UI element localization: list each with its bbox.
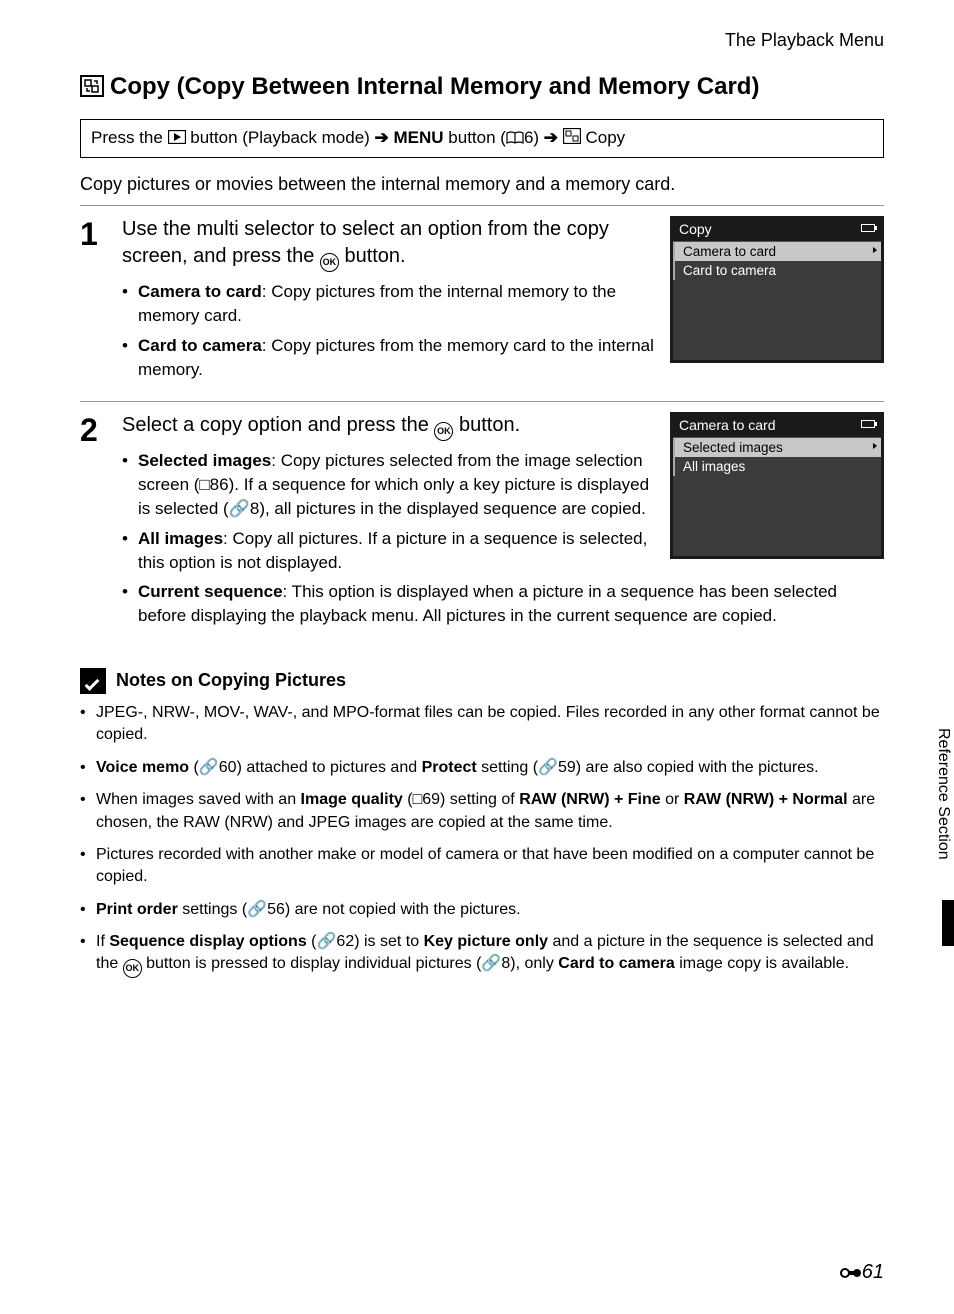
page-number: 61 — [840, 1261, 884, 1284]
screen-title: Camera to card — [679, 417, 775, 433]
intro-text: Copy pictures or movies between the inte… — [80, 174, 884, 195]
step-number: 1 — [80, 216, 122, 250]
step-1: 1 Copy Camera to card Card to camera Use… — [80, 205, 884, 401]
playback-icon — [168, 129, 186, 149]
page-header: The Playback Menu — [80, 30, 884, 51]
battery-icon — [861, 224, 875, 232]
navigation-path: Press the button (Playback mode) ➔ MENU … — [80, 119, 884, 158]
menu-item: Card to camera — [673, 261, 881, 280]
note-item: Pictures recorded with another make or m… — [80, 844, 884, 889]
battery-icon — [861, 420, 875, 428]
note-item: When images saved with an Image quality … — [80, 789, 884, 834]
menu-item: Camera to card — [673, 242, 881, 261]
note-item: JPEG-, NRW-, MOV-, WAV-, and MPO-format … — [80, 702, 884, 747]
bullet-item: Selected images: Copy pictures selected … — [122, 449, 884, 520]
section-title-text: Copy (Copy Between Internal Memory and M… — [110, 73, 759, 100]
note-item: If Sequence display options (🔗62) is set… — [80, 931, 884, 978]
ok-button-icon: OK — [434, 422, 453, 441]
bullet-item: Camera to card: Copy pictures from the i… — [122, 280, 884, 328]
bullet-item: All images: Copy all pictures. If a pict… — [122, 527, 884, 575]
copy-icon — [563, 128, 581, 149]
copy-icon — [80, 74, 104, 105]
notes-title: Notes on Copying Pictures — [116, 670, 346, 691]
note-item: Print order settings (🔗56) are not copie… — [80, 899, 884, 921]
note-item: Voice memo (🔗60) attached to pictures an… — [80, 757, 884, 779]
step-2: 2 Camera to card Selected images All ima… — [80, 401, 884, 648]
section-title: Copy (Copy Between Internal Memory and M… — [80, 71, 884, 105]
arrow-right-icon: ➔ — [544, 128, 558, 147]
bullet-item: Current sequence: This option is display… — [122, 580, 884, 628]
step-number: 2 — [80, 412, 122, 446]
side-tab-label: Reference Section — [932, 720, 954, 868]
check-icon — [80, 668, 106, 694]
side-tab-marker — [942, 900, 954, 946]
book-icon — [506, 129, 524, 149]
ok-button-icon: OK — [320, 253, 339, 272]
notes-section: Notes on Copying Pictures JPEG-, NRW-, M… — [80, 668, 884, 979]
arrow-right-icon: ➔ — [375, 128, 389, 147]
screen-title: Copy — [679, 221, 712, 237]
bullet-item: Card to camera: Copy pictures from the m… — [122, 334, 884, 382]
